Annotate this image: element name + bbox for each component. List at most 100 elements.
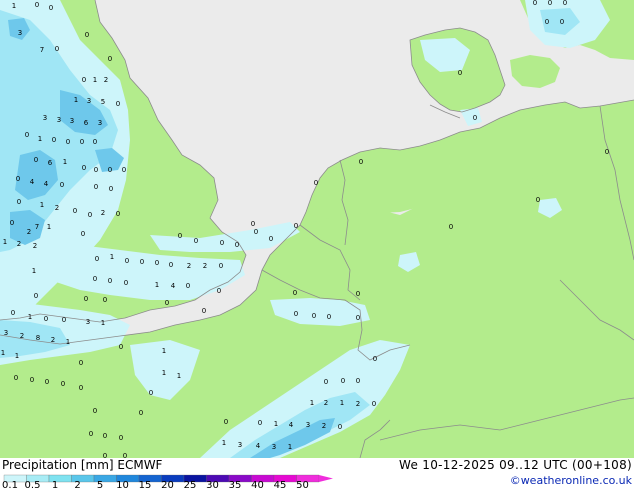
precip-value: 3	[306, 421, 310, 429]
precip-value: 0	[93, 138, 97, 146]
colorbar-label: 35	[228, 480, 242, 491]
precip-value: 2	[356, 400, 360, 408]
colorbar-label: 30	[206, 480, 219, 491]
precip-value: 0	[93, 275, 97, 283]
precip-value: 1	[162, 369, 166, 377]
precip-value: 0	[11, 309, 15, 317]
precip-value: 0	[294, 222, 298, 230]
colorbar-label: 50	[296, 480, 309, 491]
precip-value: 0	[178, 232, 182, 240]
precip-value: 0	[44, 315, 48, 323]
precip-value: 2	[101, 209, 105, 217]
colorbar-label: 25	[183, 480, 197, 491]
precip-value: 0	[473, 114, 477, 122]
precip-value: 0	[52, 136, 56, 144]
precip-value: 0	[93, 407, 97, 415]
precip-value: 7	[35, 223, 39, 231]
precip-value: 0	[49, 4, 53, 12]
precip-value: 1	[63, 158, 67, 166]
precip-value: 0	[356, 290, 360, 298]
precip-value: 0	[149, 389, 153, 397]
footer: Precipitation [mm] ECMWF We 10-12-2025 0…	[0, 458, 634, 491]
precip-value: 0	[258, 419, 262, 427]
precip-value: 1	[288, 443, 292, 451]
precip-value: 0	[356, 377, 360, 385]
precip-value: 0	[314, 179, 318, 187]
precip-value: 0	[194, 237, 198, 245]
precipitation-map: 1 0 03 07 000 1 21 3 5 03 3 3 6 30 1 0 0 0 00 6 10 0 0 00 4 4 0 0 00…	[0, 0, 634, 458]
precip-value: 2	[203, 262, 207, 270]
precip-value: 4	[44, 180, 49, 188]
precip-value: 1	[38, 135, 42, 143]
precip-value: 2	[104, 76, 108, 84]
precip-value: 0	[254, 228, 258, 236]
precip-value: 2	[55, 204, 59, 212]
precip-value: 0	[605, 148, 609, 156]
precip-value: 0	[89, 430, 93, 438]
precip-value: 1	[93, 76, 97, 84]
precip-value: 0	[45, 378, 49, 386]
precip-value: 0	[61, 380, 65, 388]
precip-value: 0	[293, 289, 297, 297]
precip-value: 0	[60, 181, 64, 189]
precip-value: 0	[119, 434, 123, 442]
precip-value: 3	[43, 114, 47, 122]
precip-value: 0	[66, 138, 70, 146]
precip-value: 0	[79, 384, 83, 392]
precip-value: 2	[322, 422, 326, 430]
precip-value: 0	[35, 1, 39, 9]
precip-value: 0	[17, 198, 21, 206]
precip-value: 0	[165, 299, 169, 307]
precip-value: 0	[139, 409, 143, 417]
precip-value: 1	[110, 253, 114, 261]
precip-value: 1	[47, 223, 51, 231]
colorbar-label: 15	[138, 480, 152, 491]
precip-value: 0	[359, 158, 363, 166]
precip-value: 0	[30, 376, 34, 384]
precip-value: 0	[82, 76, 86, 84]
precip-value: 1	[3, 238, 7, 246]
precip-value: 0	[235, 241, 239, 249]
precip-value: 0	[125, 257, 129, 265]
colorbar-label: 2	[74, 480, 81, 491]
precip-value: 0	[108, 55, 112, 63]
precip-value: 1	[274, 420, 278, 428]
precip-value: 0	[202, 307, 206, 315]
precip-value: 0	[55, 45, 59, 53]
precip-value: 4	[171, 282, 176, 290]
precip-value: 4	[30, 178, 35, 186]
precip-value: 0	[341, 377, 345, 385]
precip-value: 3	[238, 441, 242, 449]
precip-value: 0	[224, 418, 228, 426]
precip-value: 0	[327, 313, 331, 321]
precip-value: 0	[116, 210, 120, 218]
precip-value: 3	[18, 29, 22, 37]
precip-value: 0	[94, 166, 98, 174]
precip-value: 0	[25, 131, 29, 139]
precip-value: 1	[32, 267, 36, 275]
precip-value: 8	[36, 334, 40, 342]
precip-value: 6	[48, 159, 53, 167]
credit-link[interactable]: ©weatheronline.co.uk	[510, 474, 632, 487]
precip-value: 0	[103, 432, 107, 440]
precip-value: 0	[116, 100, 120, 108]
precip-value: 0	[217, 287, 221, 295]
precip-value: 0	[536, 196, 540, 204]
precip-value: 0	[356, 314, 360, 322]
precip-value: 3	[4, 329, 8, 337]
colorbar-label: 40	[251, 480, 264, 491]
precip-value: 0	[122, 166, 126, 174]
precip-value: 1	[66, 338, 70, 346]
precip-value: 1	[40, 201, 44, 209]
precip-value: 1	[15, 352, 19, 360]
precip-value: 2	[17, 240, 21, 248]
precip-value: 1	[155, 281, 159, 289]
precip-value: 3	[86, 318, 90, 326]
precip-value: 1	[1, 349, 5, 357]
precip-value: 2	[27, 228, 31, 236]
precip-value: 0	[82, 164, 86, 172]
precip-value: 0	[449, 223, 453, 231]
precip-value: 1	[74, 96, 78, 104]
colorbar-label: 1	[51, 480, 59, 491]
precip-value: 0	[372, 400, 376, 408]
